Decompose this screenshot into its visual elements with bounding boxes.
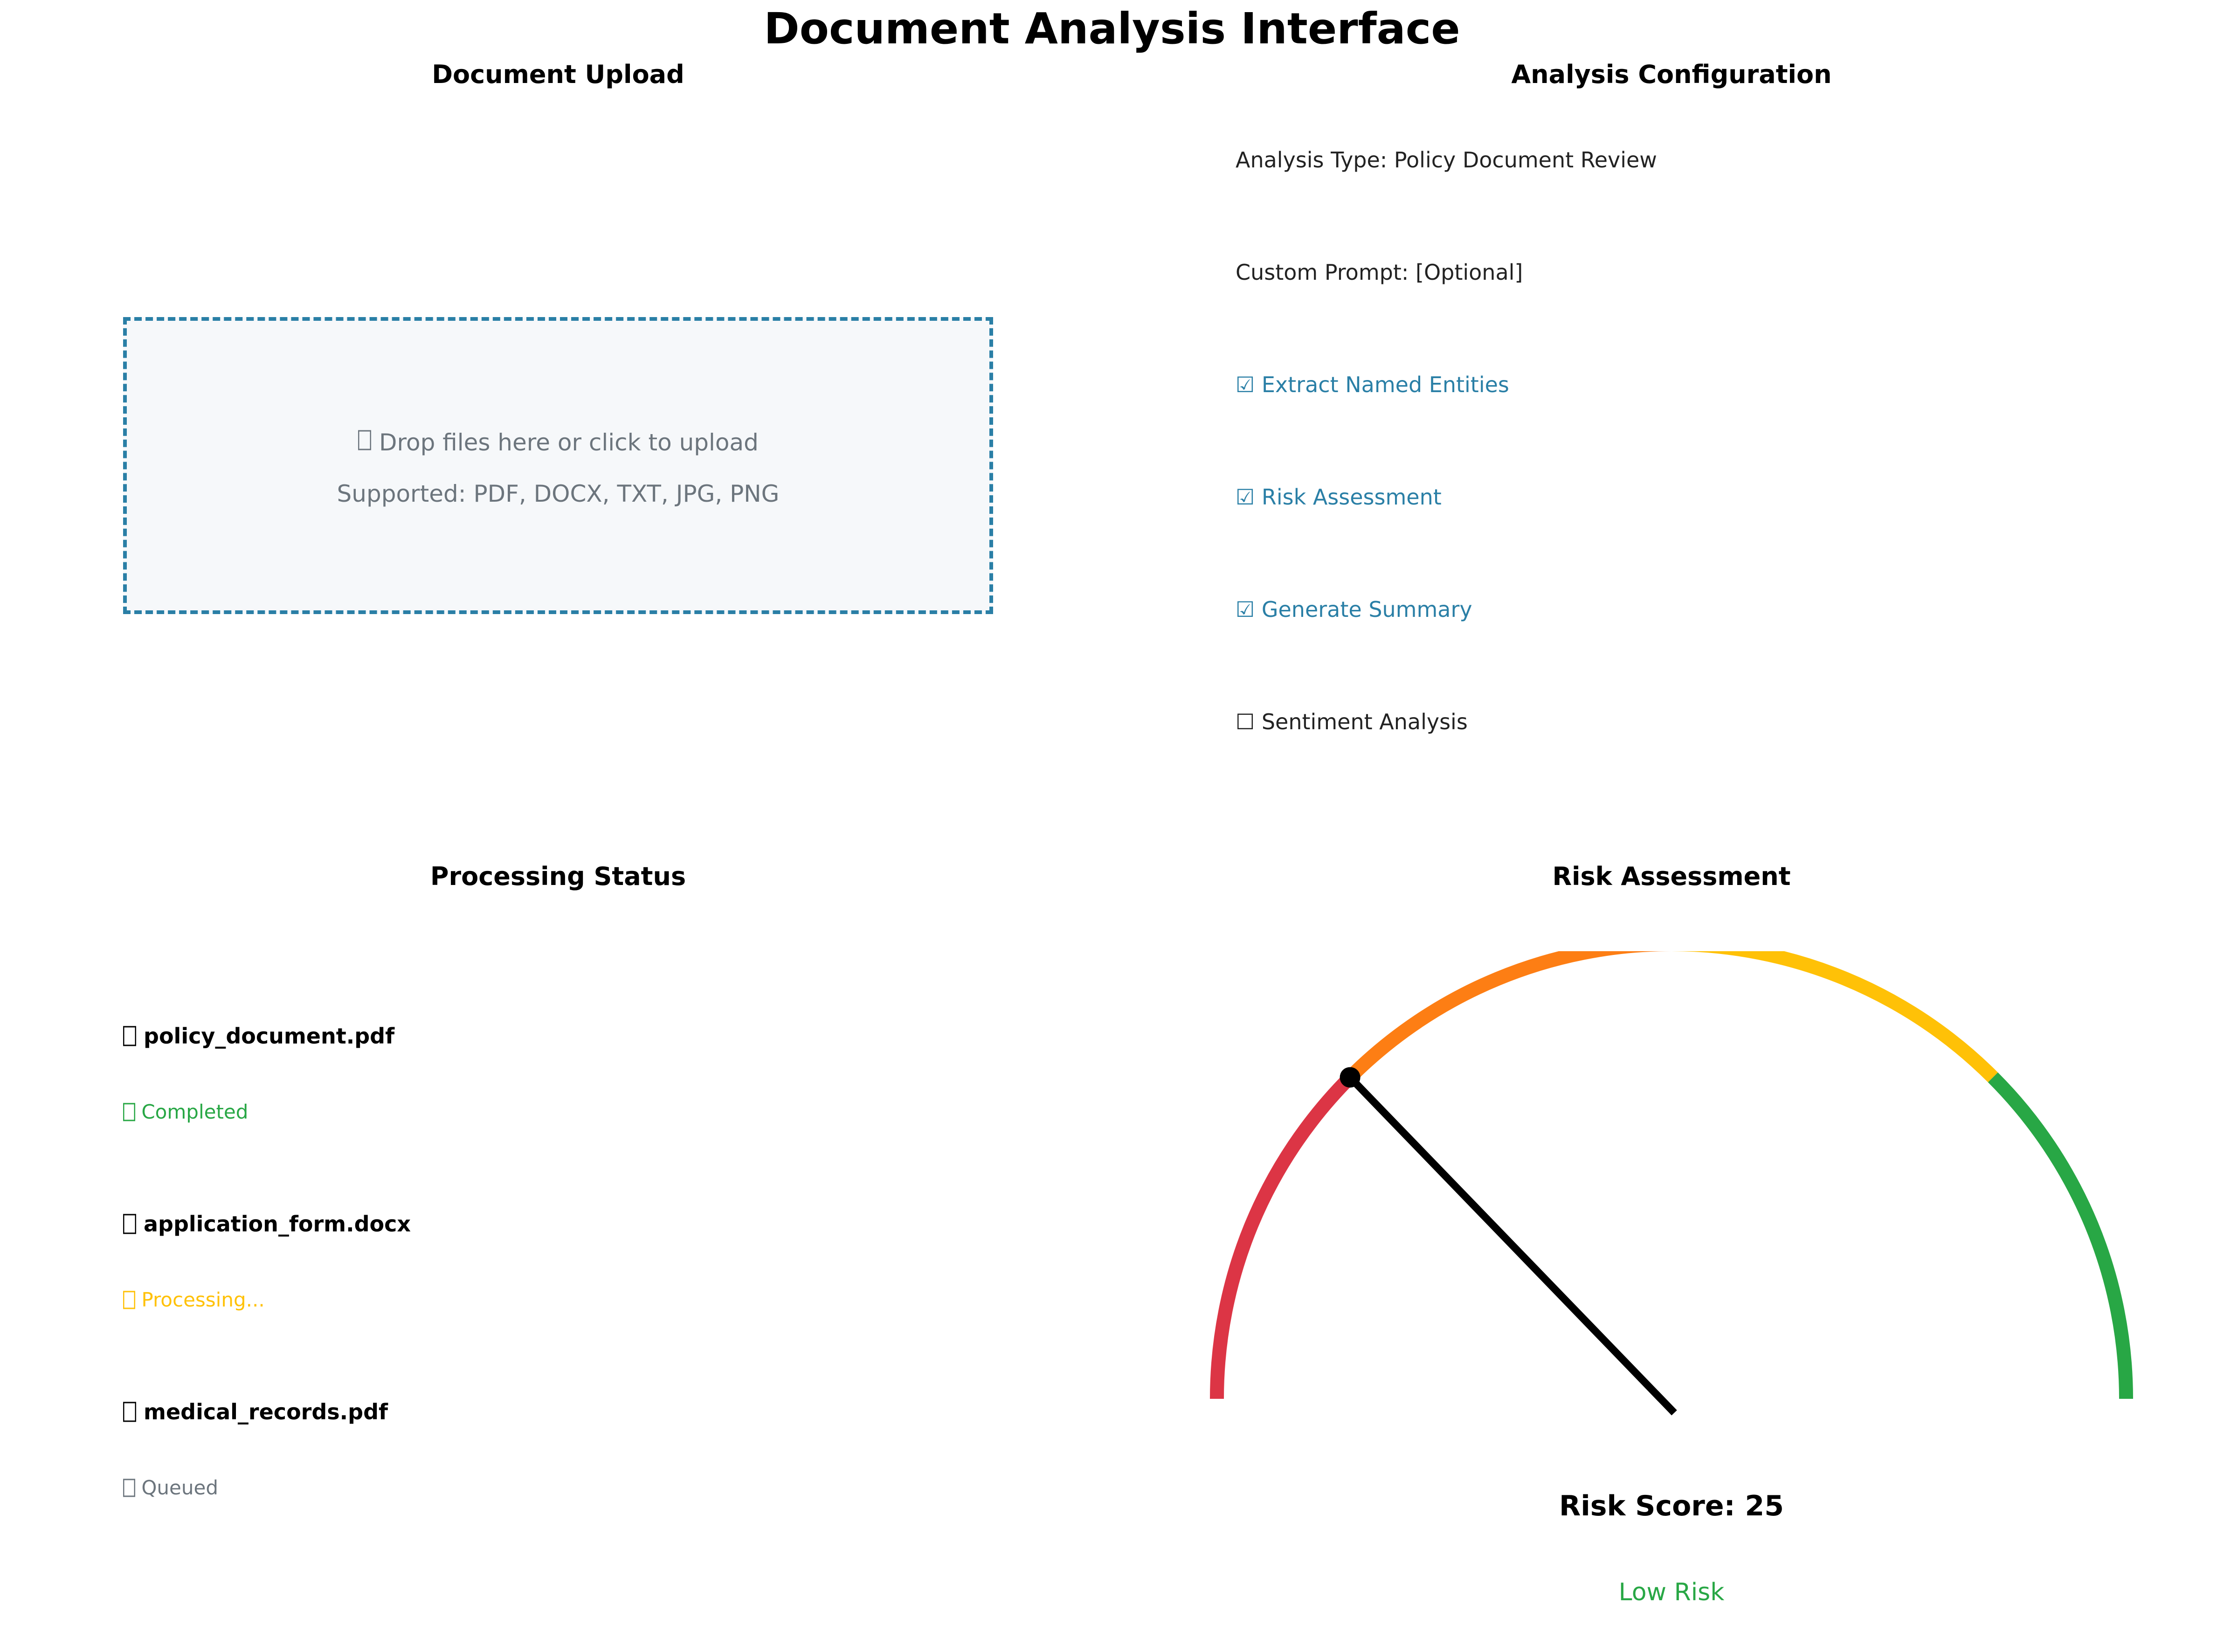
upload-icon	[358, 429, 372, 456]
document-icon	[123, 1399, 137, 1424]
file-row-application-form[interactable]: application_form.docx	[123, 1211, 411, 1237]
file-status-text: Queued	[141, 1476, 218, 1499]
risk-panel-title: Risk Assessment	[1552, 862, 1791, 891]
analysis-type-select[interactable]: Analysis Type: Policy Document Review	[1236, 147, 1657, 173]
risk-score: Risk Score: 25	[1559, 1490, 1784, 1522]
file-name: policy_document.pdf	[144, 1023, 395, 1049]
file-status-application-form: Processing...	[123, 1288, 265, 1311]
option-risk-assessment-checkbox[interactable]: ☑ Risk Assessment	[1236, 484, 1442, 510]
risk-gauge	[1210, 951, 2133, 1416]
document-icon	[123, 1023, 137, 1049]
file-row-medical-records[interactable]: medical_records.pdf	[123, 1399, 388, 1424]
option-generate-summary-checkbox[interactable]: ☑ Generate Summary	[1236, 597, 1472, 622]
dropzone-supported-types: Supported: PDF, DOCX, TXT, JPG, PNG	[337, 480, 780, 507]
dropzone-prompt-row: Drop files here or click to upload	[127, 429, 989, 456]
file-status-text: Completed	[141, 1100, 249, 1123]
file-name: medical_records.pdf	[144, 1399, 388, 1424]
file-row-policy-document[interactable]: policy_document.pdf	[123, 1023, 394, 1049]
upload-panel-title: Document Upload	[432, 60, 684, 89]
file-status-policy-document: Completed	[123, 1100, 248, 1123]
file-status-medical-records: Queued	[123, 1476, 218, 1499]
custom-prompt-field[interactable]: Custom Prompt: [Optional]	[1236, 260, 1523, 285]
option-sentiment-analysis-checkbox[interactable]: ☐ Sentiment Analysis	[1236, 709, 1468, 734]
gauge-segment-moderate-risk	[1671, 951, 1998, 1083]
processing-panel-title: Processing Status	[430, 862, 686, 891]
hourglass-icon	[123, 1288, 136, 1311]
file-status-text: Processing...	[141, 1288, 265, 1311]
gauge-needle-tip	[1340, 1067, 1361, 1088]
dropzone-prompt: Drop files here or click to upload	[379, 429, 759, 456]
document-icon	[123, 1211, 137, 1237]
file-dropzone[interactable]: Drop files here or click to upload Suppo…	[123, 317, 993, 614]
check-icon	[123, 1100, 136, 1123]
page-title: Document Analysis Interface	[764, 4, 1460, 54]
option-extract-named-entities-checkbox[interactable]: ☑ Extract Named Entities	[1236, 372, 1509, 397]
risk-level: Low Risk	[1618, 1578, 1725, 1606]
gauge-segment-elevated-risk	[1345, 951, 1672, 1083]
gauge-segment-high-risk	[1210, 1072, 1355, 1399]
gauge-needle	[1347, 1075, 1677, 1416]
config-panel-title: Analysis Configuration	[1511, 60, 1832, 89]
file-name: application_form.docx	[144, 1211, 411, 1237]
clock-icon	[123, 1476, 136, 1499]
gauge-segment-low-risk	[1988, 1072, 2133, 1399]
